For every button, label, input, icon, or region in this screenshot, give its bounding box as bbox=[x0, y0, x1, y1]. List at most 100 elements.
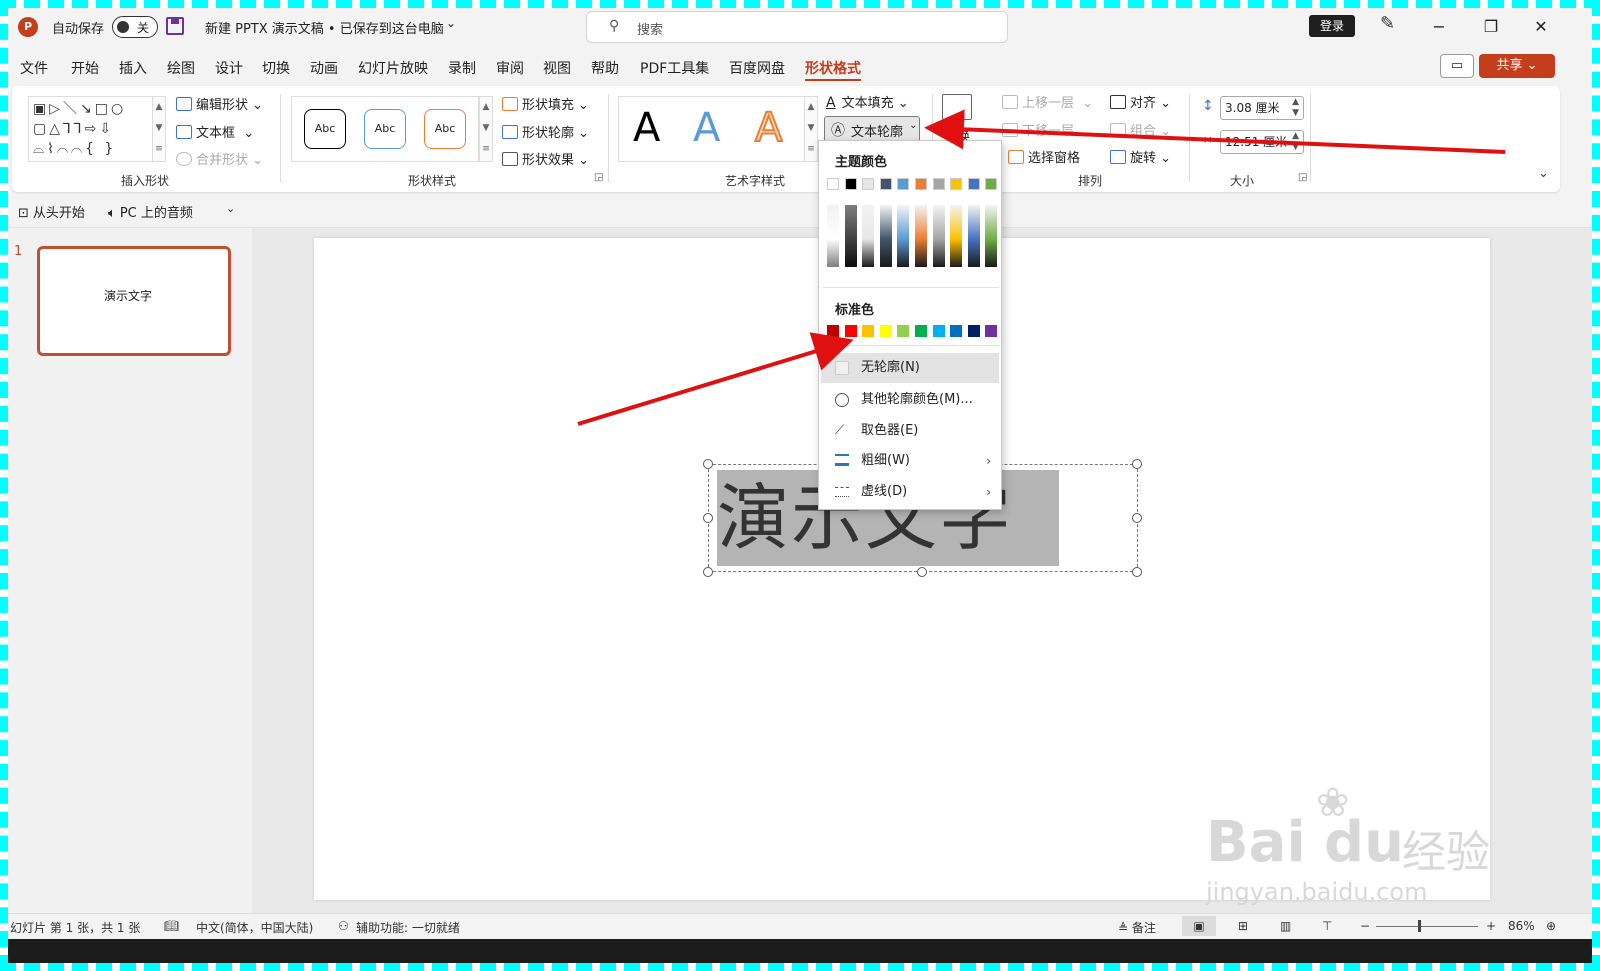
zoom-slider[interactable] bbox=[1376, 920, 1478, 932]
resize-handle[interactable] bbox=[703, 567, 713, 577]
shape-styles-scroll[interactable]: ▲ ▼ ≡ bbox=[479, 96, 493, 162]
slide-sorter-icon[interactable]: ⊞ bbox=[1238, 919, 1248, 933]
shape-style-orange[interactable]: Abc bbox=[424, 109, 466, 149]
standard-color-swatch[interactable] bbox=[827, 325, 839, 337]
height-input[interactable]: 3.08 厘米 ▲ ▼ bbox=[1220, 96, 1304, 120]
standard-color-swatch[interactable] bbox=[932, 325, 945, 337]
theme-shade-column[interactable] bbox=[985, 205, 998, 267]
theme-shade-column[interactable] bbox=[844, 205, 857, 267]
standard-color-swatch[interactable] bbox=[967, 325, 980, 337]
zoom-in-icon[interactable]: + bbox=[1486, 919, 1496, 933]
size-dialog-launcher-icon[interactable]: ◲ bbox=[1298, 172, 1307, 183]
text-outline-button[interactable]: Ⓐ 文本轮廓 ⌄ bbox=[824, 116, 920, 142]
fit-to-window-icon[interactable]: ⊕ bbox=[1546, 919, 1556, 933]
theme-color-swatch[interactable] bbox=[967, 178, 980, 190]
wordart-scroll[interactable]: ▲ ▼ ≡ bbox=[804, 96, 818, 162]
zoom-level[interactable]: 86% bbox=[1508, 919, 1535, 933]
menu-pdf-tools[interactable]: PDF工具集 bbox=[640, 58, 709, 78]
resize-handle[interactable] bbox=[703, 459, 713, 469]
theme-shade-column[interactable] bbox=[967, 205, 980, 267]
shape-styles-gallery[interactable]: Abc Abc Abc bbox=[291, 96, 479, 162]
theme-color-swatch[interactable] bbox=[879, 178, 892, 190]
dashes-item[interactable]: 虚线(D) › bbox=[821, 477, 999, 507]
close-icon[interactable]: ✕ bbox=[1526, 14, 1556, 40]
resize-handle[interactable] bbox=[1132, 567, 1142, 577]
spellcheck-icon[interactable]: 📖︎ bbox=[164, 919, 179, 933]
text-box-button[interactable]: 文本框 ⌄ bbox=[176, 122, 254, 141]
reading-view-icon[interactable]: ▥ bbox=[1280, 919, 1291, 933]
autosave-toggle[interactable]: 关 bbox=[112, 16, 158, 38]
theme-color-swatch[interactable] bbox=[985, 178, 998, 190]
theme-color-swatch[interactable] bbox=[915, 178, 927, 190]
theme-color-swatch[interactable] bbox=[932, 178, 945, 190]
send-backward-button[interactable]: 下移一层 bbox=[1002, 120, 1074, 139]
more-outline-colors-item[interactable]: 其他轮廓颜色(M)... bbox=[821, 385, 999, 415]
shape-outline-button[interactable]: 形状轮廓 ⌄ bbox=[502, 122, 589, 141]
slide-thumbnail[interactable]: 演示文字 bbox=[37, 246, 231, 356]
wordart-black[interactable]: A bbox=[633, 105, 660, 151]
menu-file[interactable]: 文件 bbox=[20, 58, 48, 78]
theme-shade-column[interactable] bbox=[827, 205, 839, 267]
normal-view-icon[interactable]: ▣ bbox=[1182, 916, 1216, 936]
menu-shape-format[interactable]: 形状格式 bbox=[805, 58, 861, 81]
search-box[interactable]: ⚲ 搜索 bbox=[586, 11, 1008, 43]
zoom-slider-thumb[interactable] bbox=[1418, 920, 1421, 932]
comment-icon[interactable]: ▭ bbox=[1440, 54, 1474, 78]
menu-design[interactable]: 设计 bbox=[215, 58, 243, 78]
share-button[interactable]: 共享 ⌄ bbox=[1479, 54, 1555, 78]
notes-button[interactable]: ≜ 备注 bbox=[1118, 919, 1156, 936]
wordart-orange-outline[interactable]: A bbox=[754, 104, 783, 152]
merge-shapes-button[interactable]: 合并形状 ⌄ bbox=[176, 149, 263, 168]
group-button[interactable]: 组合 ⌄ bbox=[1110, 120, 1171, 139]
menu-slideshow[interactable]: 幻灯片放映 bbox=[358, 58, 428, 78]
restore-icon[interactable]: ❐ bbox=[1476, 14, 1506, 40]
resize-handle[interactable] bbox=[1132, 513, 1142, 523]
menu-home[interactable]: 开始 bbox=[71, 58, 99, 78]
save-icon[interactable] bbox=[166, 17, 184, 35]
menu-transitions[interactable]: 切换 bbox=[262, 58, 290, 78]
theme-color-swatch[interactable] bbox=[950, 178, 963, 190]
menu-view[interactable]: 视图 bbox=[543, 58, 571, 78]
shape-fill-button[interactable]: 形状填充 ⌄ bbox=[502, 94, 589, 113]
theme-shade-column[interactable] bbox=[879, 205, 892, 267]
theme-color-swatch[interactable] bbox=[844, 178, 857, 190]
rotate-button[interactable]: 旋转 ⌄ bbox=[1110, 147, 1171, 166]
standard-color-swatch[interactable] bbox=[985, 325, 998, 337]
standard-color-swatch[interactable] bbox=[915, 325, 927, 337]
standard-color-swatch[interactable] bbox=[879, 325, 892, 337]
wordart-gallery[interactable]: A A A bbox=[618, 96, 818, 162]
pen-icon[interactable]: ✎ bbox=[1380, 13, 1395, 34]
language-status[interactable]: 中文(简体，中国大陆) bbox=[196, 919, 313, 936]
edit-shape-button[interactable]: 编辑形状 ⌄ bbox=[176, 94, 263, 113]
width-input[interactable]: 12.51 厘米 ▲ ▼ bbox=[1220, 130, 1304, 154]
standard-color-swatch[interactable] bbox=[844, 325, 857, 337]
theme-shade-column[interactable] bbox=[897, 205, 910, 267]
document-title[interactable]: 新建 PPTX 演示文稿 • 已保存到这台电脑 bbox=[205, 18, 444, 37]
selection-pane-button[interactable]: 选择窗格 bbox=[1008, 147, 1080, 166]
audio-button[interactable]: 🔈︎ PC 上的音频 bbox=[108, 202, 193, 221]
menu-animations[interactable]: 动画 bbox=[310, 58, 338, 78]
slideshow-view-icon[interactable]: ⊤ bbox=[1322, 919, 1332, 933]
dialog-launcher-icon[interactable]: ◲ bbox=[594, 172, 603, 183]
theme-shade-column[interactable] bbox=[862, 205, 875, 267]
accessibility-status[interactable]: 辅助功能: 一切就绪 bbox=[356, 919, 460, 936]
align-button[interactable]: 对齐 ⌄ bbox=[1110, 92, 1171, 111]
resize-handle[interactable] bbox=[917, 567, 927, 577]
text-fill-button[interactable]: A 文本填充 ⌄ bbox=[826, 92, 909, 111]
eyedropper-item[interactable]: ⟋ 取色器(E) bbox=[821, 416, 999, 446]
theme-shade-column[interactable] bbox=[932, 205, 945, 267]
menu-baidu-netdisk[interactable]: 百度网盘 bbox=[729, 58, 785, 78]
menu-help[interactable]: 帮助 bbox=[591, 58, 619, 78]
shapes-gallery-scroll[interactable]: ▲ ▼ ≡ bbox=[152, 96, 166, 162]
bring-forward-button[interactable]: 上移一层 ⌄ bbox=[1002, 92, 1093, 111]
theme-color-swatch[interactable] bbox=[827, 178, 839, 190]
theme-shade-column[interactable] bbox=[915, 205, 927, 267]
shapes-gallery[interactable]: ▣▷＼↘□○ ▢△⅂⅂⇨⇩ ⌓⌇⌒⌒{ } bbox=[28, 96, 164, 162]
menu-draw[interactable]: 绘图 bbox=[167, 58, 195, 78]
collapse-ribbon-icon[interactable]: ⌄ bbox=[1538, 166, 1549, 181]
weight-item[interactable]: 粗细(W) › bbox=[821, 446, 999, 476]
standard-color-swatch[interactable] bbox=[862, 325, 875, 337]
resize-handle[interactable] bbox=[703, 513, 713, 523]
title-chevron-down-icon[interactable]: ⌄ bbox=[446, 16, 456, 30]
theme-shade-column[interactable] bbox=[950, 205, 963, 267]
